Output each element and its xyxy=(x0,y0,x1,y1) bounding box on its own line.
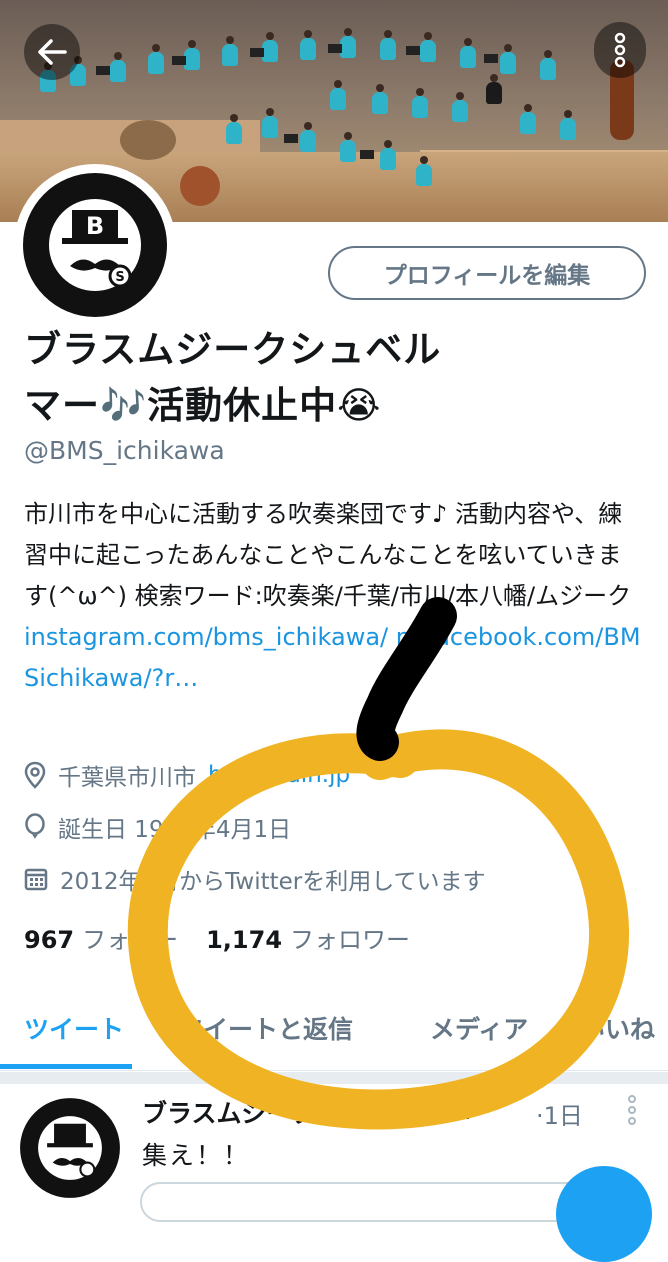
arrow-left-icon xyxy=(38,39,67,65)
tab-likes[interactable]: いいね xyxy=(580,986,655,1070)
tweet-author-avatar[interactable] xyxy=(18,1096,122,1200)
joined-row: 2012年3月からTwitterを利用しています xyxy=(24,862,486,896)
calendar-icon xyxy=(24,868,48,891)
bio-link[interactable]: instagram.com/bms_ichikawa/ m.facebook.c… xyxy=(24,623,641,692)
display-name: ブラスムジークシュベル マー🎶活動休止中😭 xyxy=(24,322,584,434)
bio-text: 市川市を中心に活動する吹奏楽団です♪ 活動内容や、練習中に起こったあんなことやこ… xyxy=(24,500,632,610)
band-logo-icon: B S xyxy=(23,173,167,317)
birthday-row: 誕生日 1991年4月1日 xyxy=(24,810,291,844)
tweet-author-ellipsis: … xyxy=(446,1096,471,1125)
edit-profile-button[interactable]: プロフィールを編集 xyxy=(328,246,646,300)
balloon-icon xyxy=(25,813,45,839)
vertical-dots-icon xyxy=(614,32,626,68)
tab-tweets[interactable]: ツイート xyxy=(24,986,124,1070)
following-label[interactable]: フォロー xyxy=(82,920,178,955)
section-divider xyxy=(0,1072,668,1084)
vertical-dots-icon xyxy=(628,1095,636,1125)
location-text: 千葉県市川市 xyxy=(58,765,196,791)
profile-bio: 市川市を中心に活動する吹奏楽団です♪ 活動内容や、練習中に起こったあんなことやこ… xyxy=(24,494,644,699)
joined-text: 2012年3月からTwitterを利用しています xyxy=(60,869,486,895)
tab-media[interactable]: メディア xyxy=(430,986,528,1070)
active-tab-indicator xyxy=(0,1064,132,1069)
followers-count[interactable]: 1,174 xyxy=(206,926,282,954)
tweet-author-name[interactable]: ブラスムジークシュベ xyxy=(142,1094,392,1130)
display-name-line1: ブラスムジークシュベル xyxy=(24,328,442,371)
tweet-media-card[interactable] xyxy=(140,1182,620,1222)
website-link[interactable]: bms.main.jp xyxy=(208,762,350,788)
tweet-more-button[interactable] xyxy=(622,1094,642,1126)
more-options-button[interactable] xyxy=(594,22,646,78)
avatar-letter-s: S xyxy=(115,270,124,285)
following-count[interactable]: 967 xyxy=(24,926,74,954)
tweet-text: 集え！！ xyxy=(142,1141,251,1170)
band-logo-icon xyxy=(20,1098,120,1198)
tweet-timestamp[interactable]: ·1日 xyxy=(536,1096,583,1131)
profile-avatar[interactable]: B S xyxy=(20,170,170,320)
compose-tweet-button[interactable] xyxy=(556,1166,652,1262)
tab-tweets-and-replies[interactable]: ツイートと返信 xyxy=(178,986,353,1070)
location-pin-icon xyxy=(24,761,46,789)
back-button[interactable] xyxy=(24,24,80,80)
location-row: 千葉県市川市 bms.main.jp xyxy=(24,758,350,792)
follow-stats: 967 フォロー 1,174 フォロワー xyxy=(24,920,438,955)
user-handle: @BMS_ichikawa xyxy=(24,436,225,465)
display-name-line2: マー🎶活動休止中😭 xyxy=(24,384,382,427)
profile-tabs: ツイート ツイートと返信 メディア いいね xyxy=(0,986,668,1071)
avatar-letter-b: B xyxy=(86,212,104,240)
edit-profile-label: プロフィールを編集 xyxy=(383,263,591,289)
birthday-text: 誕生日 1991年4月1日 xyxy=(58,817,292,843)
followers-label[interactable]: フォロワー xyxy=(290,920,410,955)
